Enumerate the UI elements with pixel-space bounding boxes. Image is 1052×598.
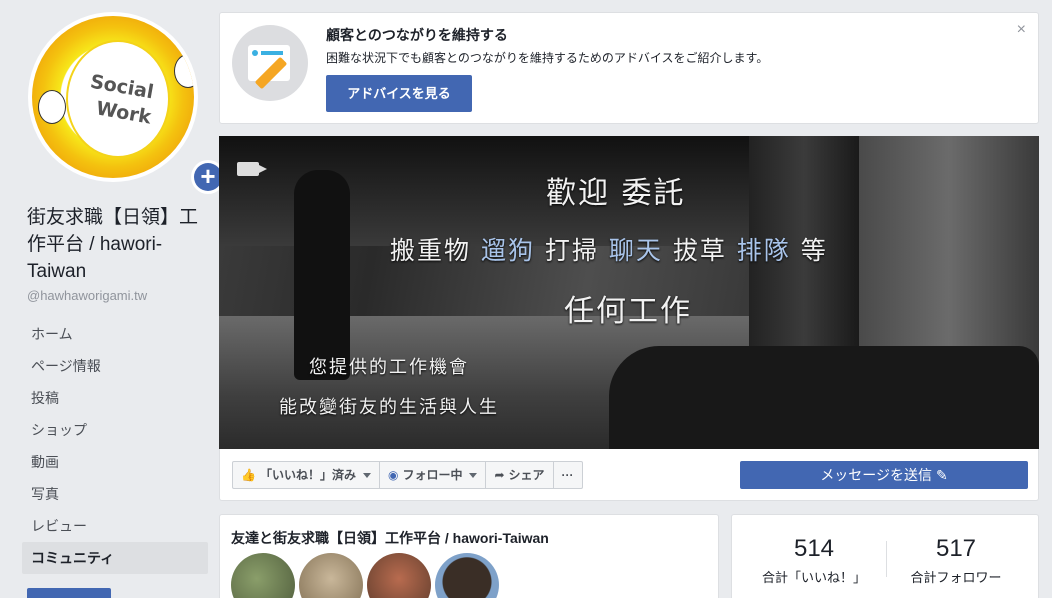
stats-card: 514 合計「いいね！」 517 合計フォロワー (731, 514, 1039, 598)
close-icon[interactable]: × (1017, 21, 1026, 39)
tip-banner: 顧客とのつながりを維持する 困難な状況下でも顧客とのつながりを維持するためのアド… (219, 12, 1039, 124)
friends-card: 友達と街友求職【日領】工作平台 / hawori-Taiwan (219, 514, 719, 598)
plus-icon: + (194, 163, 222, 191)
share-button[interactable]: ➦ シェア (486, 462, 554, 488)
cover-person-silhouette (294, 170, 350, 380)
more-options-button[interactable]: ··· (554, 462, 582, 488)
thumbs-up-icon: 👍 (241, 468, 256, 482)
page-nav: ホーム ページ情報 投稿 ショップ 動画 写真 レビュー コミュニティ (22, 318, 208, 574)
see-advice-button[interactable]: アドバイスを見る (326, 75, 472, 112)
nav-item-reviews[interactable]: レビュー (22, 510, 208, 542)
cover-task: 搬重物 (390, 236, 481, 265)
paper-dot (252, 50, 258, 56)
nav-item-photos[interactable]: 写真 (22, 478, 208, 510)
cover-task-highlight: 聊天 (608, 236, 663, 265)
more-icon: ··· (561, 468, 574, 482)
tip-title: 顧客とのつながりを維持する (326, 27, 508, 43)
cover-video[interactable]: 歡迎 委託 搬重物 遛狗 打掃 聊天 拔草 排隊 等 任何工作 您提供的工作機會… (219, 136, 1039, 449)
cover-sleeping-figure (609, 346, 1039, 449)
cover-task: 打掃 (534, 236, 609, 265)
friend-avatar[interactable] (435, 553, 499, 598)
nav-item-page-info[interactable]: ページ情報 (22, 350, 208, 382)
cover-task-list: 搬重物 遛狗 打掃 聊天 拔草 排隊 等 (390, 231, 828, 267)
cover-task-highlight: 遛狗 (480, 236, 535, 265)
action-bar: 👍 「いいね！」済み ◉ フォロー中 ➦ シェア ··· メッセージを送信 ✎ (219, 449, 1039, 501)
nav-item-community[interactable]: コミュニティ (22, 542, 208, 574)
nav-item-shop[interactable]: ショップ (22, 414, 208, 446)
logo-oval (66, 40, 170, 158)
liked-label: 「いいね！」済み (259, 468, 356, 482)
nav-item-videos[interactable]: 動画 (22, 446, 208, 478)
tip-description: 困難な状況下でも顧客とのつながりを維持するためのアドバイスをご紹介します。 (326, 51, 769, 65)
left-column: Social Work + 街友求職【日領】工作平台 / hawori-Taiw… (0, 0, 225, 598)
send-message-label: メッセージを送信 (820, 467, 933, 483)
advice-illustration-icon (232, 25, 308, 101)
cartoon-face-right (174, 54, 194, 88)
friend-avatar[interactable] (367, 553, 431, 598)
cover-headline: 歡迎 委託 (546, 176, 686, 211)
rss-icon: ◉ (387, 468, 399, 482)
chevron-down-icon (469, 472, 478, 478)
total-followers[interactable]: 517 合計フォロワー (886, 535, 1026, 586)
avatar: Social Work (32, 16, 194, 178)
cover-tagline-1: 您提供的工作機會 (309, 357, 469, 378)
friend-avatar[interactable] (231, 553, 295, 598)
share-arrow-icon: ➦ (494, 468, 505, 482)
action-button-group: 👍 「いいね！」済み ◉ フォロー中 ➦ シェア ··· (232, 461, 583, 489)
nav-item-posts[interactable]: 投稿 (22, 382, 208, 414)
cover-task: 拔草 (662, 236, 737, 265)
likes-label: 合計「いいね！」 (761, 570, 866, 585)
total-likes[interactable]: 514 合計「いいね！」 (744, 535, 884, 586)
cover-task: 等 (790, 236, 828, 265)
following-label: フォロー中 (402, 468, 463, 482)
chevron-down-icon (362, 472, 371, 478)
friend-avatar[interactable] (299, 553, 363, 598)
page-handle[interactable]: @hawhaworigami.tw (27, 288, 147, 303)
liked-button[interactable]: 👍 「いいね！」済み (233, 462, 380, 488)
profile-picture[interactable]: Social Work + (28, 12, 225, 194)
friends-card-title[interactable]: 友達と街友求職【日領】工作平台 / hawori-Taiwan (231, 528, 549, 548)
likes-count: 514 (793, 535, 835, 562)
following-button[interactable]: ◉ フォロー中 (380, 462, 487, 488)
cover-task-highlight: 排隊 (736, 236, 791, 265)
send-message-button[interactable]: メッセージを送信 ✎ (740, 461, 1028, 489)
cover-any-work: 任何工作 (564, 294, 692, 329)
pencil-icon: ✎ (935, 467, 948, 483)
share-label: シェア (508, 468, 545, 482)
cover-tagline-2: 能改變街友的生活與人生 (279, 397, 499, 418)
promote-button[interactable] (27, 588, 111, 598)
video-camera-icon (237, 162, 267, 176)
followers-count: 517 (935, 535, 977, 562)
page-title[interactable]: 街友求職【日領】工作平台 / hawori-Taiwan (27, 204, 213, 285)
followers-label: 合計フォロワー (910, 570, 1002, 585)
paper-bar (261, 51, 283, 55)
nav-item-home[interactable]: ホーム (22, 318, 208, 350)
cartoon-face-left (38, 90, 66, 124)
